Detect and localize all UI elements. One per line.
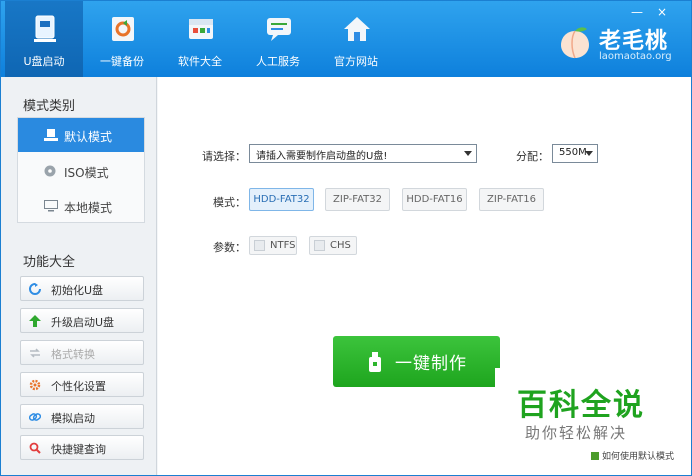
disk-select-value: 请插入需要制作启动盘的U盘! xyxy=(256,151,388,162)
function-label: 初始化U盘 xyxy=(51,284,104,297)
alloc-select[interactable]: 550M xyxy=(552,144,598,163)
function-label: 升级启动U盘 xyxy=(51,316,115,329)
usb-mode-icon xyxy=(44,129,58,141)
brand-domain: laomaotao.org xyxy=(599,51,672,62)
mode-option-hdd-fat32[interactable]: HDD-FAT32 xyxy=(249,188,314,211)
backup-refresh-icon xyxy=(112,17,134,41)
nav-label: 一键备份 xyxy=(100,55,144,68)
nav-usb-boot[interactable]: U盘启动 xyxy=(5,1,83,77)
function-label: 格式转换 xyxy=(51,348,95,361)
nav-label: 官方网站 xyxy=(334,55,378,68)
watermark-overlay: 百科全说 助你轻松解决 xyxy=(495,368,669,456)
functions-title: 功能大全 xyxy=(23,255,76,270)
monitor-icon xyxy=(44,200,58,212)
peach-logo-icon xyxy=(561,27,589,59)
mode-option-zip-fat16[interactable]: ZIP-FAT16 xyxy=(479,188,544,211)
brand-logo: 老毛桃 laomaotao.org xyxy=(557,23,687,69)
watermark-title: 百科全说 xyxy=(517,388,645,423)
app-window: U盘启动 一键备份 软件大全 人工服务 官方网站 —× 老毛桃 laomaota… xyxy=(0,0,692,476)
software-box-icon xyxy=(189,19,213,39)
chevron-down-icon xyxy=(585,151,593,156)
mode-label: 本地模式 xyxy=(64,201,113,215)
param-ntfs-checkbox[interactable]: NTFS xyxy=(249,236,297,255)
param-text: CHS xyxy=(330,240,351,251)
mode-label: 模式： xyxy=(213,196,246,209)
disk-select[interactable]: 请插入需要制作启动盘的U盘! xyxy=(249,144,477,163)
mode-option-zip-fat32[interactable]: ZIP-FAT32 xyxy=(325,188,390,211)
convert-arrows-icon xyxy=(30,348,40,358)
nav-label: U盘启动 xyxy=(23,55,65,68)
default-mode-help-link[interactable]: 如何使用默认模式 xyxy=(591,449,674,462)
chevron-down-icon xyxy=(464,151,472,156)
watermark-subtitle: 助你轻松解决 xyxy=(525,424,628,442)
mode-label: 默认模式 xyxy=(64,130,113,144)
mode-label: ISO模式 xyxy=(64,166,109,180)
param-text: NTFS xyxy=(270,240,296,251)
alloc-label: 分配： xyxy=(516,150,549,163)
top-nav-bar: U盘启动 一键备份 软件大全 人工服务 官方网站 —× 老毛桃 laomaota… xyxy=(1,1,691,77)
mode-option-hdd-fat16[interactable]: HDD-FAT16 xyxy=(402,188,467,211)
init-usb-button[interactable]: 初始化U盘 xyxy=(20,276,144,301)
one-key-make-button[interactable]: 一键制作 xyxy=(333,336,500,387)
refresh-icon xyxy=(29,283,41,295)
make-button-label: 一键制作 xyxy=(395,354,467,374)
function-label: 快捷键查询 xyxy=(51,443,106,456)
personalize-button[interactable]: 个性化设置 xyxy=(20,372,144,397)
checkbox-box xyxy=(254,240,265,251)
function-label: 模拟启动 xyxy=(51,412,95,425)
window-controls: —× xyxy=(631,5,681,19)
sidebar: 模式类别 默认模式 ISO模式 本地模式 功能大全 初始化U盘 升级启动U盘 格… xyxy=(1,77,157,475)
usb-drive-icon xyxy=(34,15,56,42)
nav-label: 人工服务 xyxy=(256,55,300,68)
disc-icon xyxy=(44,165,56,177)
chat-service-icon xyxy=(267,18,291,41)
shortcut-query-button[interactable]: 快捷键查询 xyxy=(20,435,144,460)
mode-default[interactable]: 默认模式 xyxy=(18,118,144,152)
close-button[interactable]: × xyxy=(657,5,681,19)
usb-stick-icon xyxy=(369,352,381,372)
default-mode-tip-text: 如何使用默认模式 xyxy=(602,452,675,462)
mode-local[interactable]: 本地模式 xyxy=(18,189,144,223)
mode-list: 默认模式 ISO模式 本地模式 xyxy=(17,117,145,223)
upgrade-usb-button[interactable]: 升级启动U盘 xyxy=(20,308,144,333)
mode-category-title: 模式类别 xyxy=(23,99,76,114)
minimize-button[interactable]: — xyxy=(631,5,657,19)
simulate-boot-button[interactable]: 模拟启动 xyxy=(20,404,144,429)
nav-label: 软件大全 xyxy=(178,55,222,68)
function-label: 个性化设置 xyxy=(51,380,106,393)
search-icon xyxy=(29,442,41,454)
gear-icon xyxy=(29,379,41,391)
home-icon xyxy=(344,17,370,41)
format-convert-button[interactable]: 格式转换 xyxy=(20,340,144,365)
help-badge-icon xyxy=(591,452,599,460)
checkbox-box xyxy=(314,240,325,251)
upgrade-arrow-icon xyxy=(29,315,41,327)
link-icon xyxy=(29,413,41,421)
nav-software[interactable]: 软件大全 xyxy=(161,1,239,77)
param-chs-checkbox[interactable]: CHS xyxy=(309,236,357,255)
param-label: 参数： xyxy=(213,241,246,254)
nav-manual-service[interactable]: 人工服务 xyxy=(239,1,317,77)
alloc-select-value: 550M xyxy=(559,147,587,158)
nav-one-key-backup[interactable]: 一键备份 xyxy=(83,1,161,77)
mode-iso[interactable]: ISO模式 xyxy=(18,154,144,188)
select-disk-label: 请选择： xyxy=(202,150,246,163)
nav-official-site[interactable]: 官方网站 xyxy=(317,1,395,77)
